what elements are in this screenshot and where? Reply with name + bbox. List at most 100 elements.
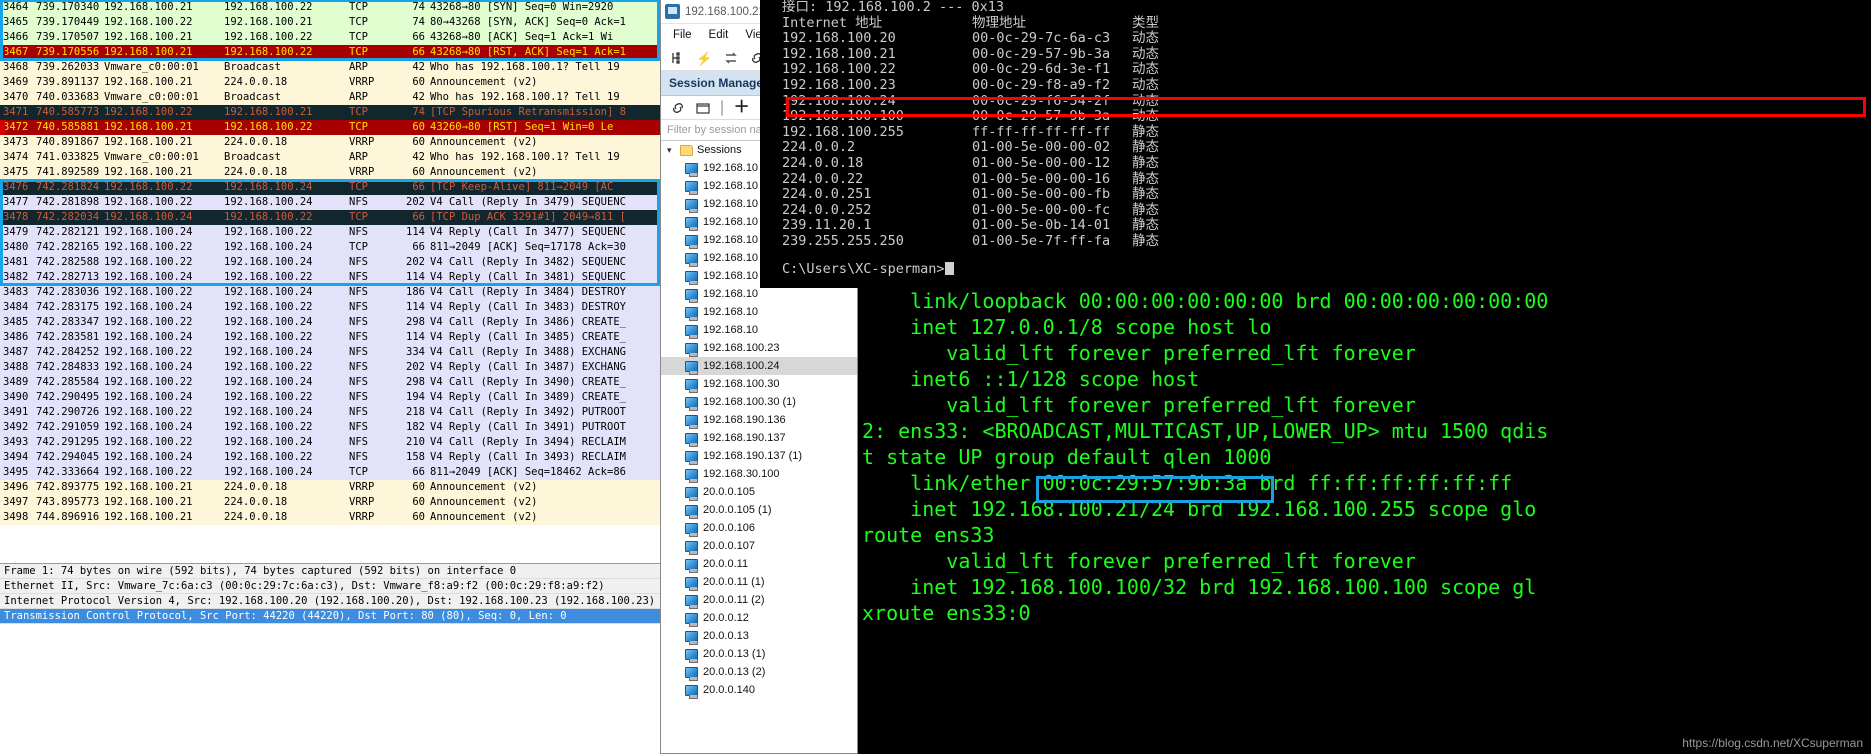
packet-row[interactable]: 3474 741.033825 Vmware_c0:00:01 Broadcast AR… [0, 150, 660, 165]
session-list-item[interactable]: 192.168.30.100 [661, 465, 857, 483]
packet-row[interactable]: 3482 742.282713 192.168.100.24 192.168.100.… [0, 270, 660, 285]
servers-icon[interactable] [671, 51, 686, 66]
terminal-line: 2: ens33: <BROADCAST,MULTICAST,UP,LOWER_… [862, 419, 1549, 443]
monitor-icon [685, 504, 698, 519]
bolt-icon[interactable]: ⚡ [696, 51, 712, 66]
packet-row[interactable]: 3475 741.892589 192.168.100.21 224.0.0.18 VR… [0, 165, 660, 180]
session-list-item[interactable]: 192.168.100.30 (1) [661, 393, 857, 411]
packet-row[interactable]: 3497 743.895773 192.168.100.21 224.0.0.18 VR… [0, 495, 660, 510]
packet-row[interactable]: 3495 742.333664 192.168.100.22 192.168.100.… [0, 465, 660, 480]
session-list-item[interactable]: 20.0.0.107 [661, 537, 857, 555]
packet-row[interactable]: 3480 742.282165 192.168.100.22 192.168.100.… [0, 240, 660, 255]
session-list-item[interactable]: 20.0.0.105 (1) [661, 501, 857, 519]
session-list-item[interactable]: 20.0.0.11 (2) [661, 591, 857, 609]
session-list-item[interactable]: 192.168.10 [661, 321, 857, 339]
packet-row[interactable]: 3470 740.033683 Vmware_c0:00:01 Broadcast AR… [0, 90, 660, 105]
packet-detail-line[interactable]: Ethernet II, Src: Vmware_7c:6a:c3 (00:0c… [0, 579, 660, 594]
packet-row[interactable]: 3481 742.282588 192.168.100.22 192.168.100.… [0, 255, 660, 270]
packet-row[interactable]: 3488 742.284833 192.168.100.24 192.168.100.… [0, 360, 660, 375]
packet-cell-src: 192.168.100.24 [104, 331, 193, 343]
packet-cell-src: 192.168.100.21 [104, 136, 193, 148]
session-list-item[interactable]: 20.0.0.105 [661, 483, 857, 501]
packet-row[interactable]: 3467 739.170556 192.168.100.21 192.168.100.… [0, 45, 660, 60]
cmd-prompt-line[interactable]: C:\Users\XC-sperman> [760, 260, 1871, 278]
session-list-item[interactable]: 20.0.0.13 [661, 627, 857, 645]
monitor-icon [685, 486, 698, 501]
packet-row[interactable]: 3473 740.891867 192.168.100.21 224.0.0.18 VR… [0, 135, 660, 150]
packet-row[interactable]: 3491 742.290726 192.168.100.22 192.168.100.… [0, 405, 660, 420]
packet-cell-proto: NFS [349, 436, 368, 448]
packet-row[interactable]: 3485 742.283347 192.168.100.22 192.168.100.… [0, 315, 660, 330]
tunneling-icon[interactable] [723, 51, 738, 66]
packet-cell-time: 739.262033 [36, 61, 100, 73]
session-list-item[interactable]: 192.168.190.137 [661, 429, 857, 447]
packet-detail-line[interactable]: Internet Protocol Version 4, Src: 192.16… [0, 594, 660, 609]
monitor-icon [685, 252, 698, 267]
packet-cell-time: 742.284252 [36, 346, 100, 358]
session-list-item[interactable]: 192.168.10 [661, 303, 857, 321]
session-list-item[interactable]: 20.0.0.13 (1) [661, 645, 857, 663]
session-list-item[interactable]: 192.168.190.136 [661, 411, 857, 429]
arp-table-row: 239.255.255.250 01-00-5e-7f-ff-fa 静态 [760, 233, 1871, 250]
session-list-item[interactable]: 20.0.0.11 [661, 555, 857, 573]
packet-row[interactable]: 3477 742.281898 192.168.100.22 192.168.100.… [0, 195, 660, 210]
session-list-item[interactable]: 20.0.0.12 [661, 609, 857, 627]
packet-row[interactable]: 3489 742.285584 192.168.100.22 192.168.100.… [0, 375, 660, 390]
arp-cell-ip: 224.0.0.251 [782, 186, 872, 203]
session-list-item[interactable]: 192.168.100.23 [661, 339, 857, 357]
packet-row[interactable]: 3498 744.896916 192.168.100.21 224.0.0.18 VR… [0, 510, 660, 525]
session-list-item[interactable]: 20.0.0.140 [661, 681, 857, 699]
monitor-icon [685, 162, 698, 177]
packet-cell-dst: 192.168.100.22 [224, 121, 313, 133]
packet-cell-len: 334 [406, 346, 425, 358]
packet-row[interactable]: 3486 742.283581 192.168.100.24 192.168.100.… [0, 330, 660, 345]
packet-cell-dst: 192.168.100.24 [224, 286, 313, 298]
linux-terminal[interactable]: link/loopback 00:00:00:00:00:00 brd 00:0… [858, 288, 1871, 754]
packet-list[interactable]: 3464 739.170340 192.168.100.21 192.168.100.… [0, 0, 660, 562]
packet-row[interactable]: 3493 742.291295 192.168.100.22 192.168.100.… [0, 435, 660, 450]
session-list-item[interactable]: 20.0.0.13 (2) [661, 663, 857, 681]
chevron-down-icon[interactable]: ▾ [667, 145, 676, 156]
packet-row[interactable]: 3466 739.170507 192.168.100.21 192.168.100.… [0, 30, 660, 45]
packet-row[interactable]: 3487 742.284252 192.168.100.22 192.168.100.… [0, 345, 660, 360]
folder-icon[interactable] [695, 100, 710, 115]
packet-row[interactable]: 3496 742.893775 192.168.100.21 224.0.0.18 VR… [0, 480, 660, 495]
packet-row[interactable]: 3472 740.585881 192.168.100.21 192.168.100.… [0, 120, 660, 135]
session-list-item-label: 20.0.0.11 (1) [703, 576, 765, 588]
packet-row[interactable]: 3469 739.891137 192.168.100.21 224.0.0.18 VR… [0, 75, 660, 90]
session-list-item[interactable]: 192.168.190.137 (1) [661, 447, 857, 465]
session-list-item[interactable]: 20.0.0.11 (1) [661, 573, 857, 591]
packet-row[interactable]: 3464 739.170340 192.168.100.21 192.168.100.… [0, 0, 660, 15]
packet-row[interactable]: 3468 739.262033 Vmware_c0:00:01 Broadcast AR… [0, 60, 660, 75]
packet-row[interactable]: 3478 742.282034 192.168.100.24 192.168.100.… [0, 210, 660, 225]
packet-row[interactable]: 3494 742.294045 192.168.100.24 192.168.100.… [0, 450, 660, 465]
packet-row[interactable]: 3476 742.281824 192.168.100.22 192.168.100.… [0, 180, 660, 195]
session-list-item[interactable]: 20.0.0.106 [661, 519, 857, 537]
arp-table-row: 192.168.100.23 00-0c-29-f8-a9-f2 动态 [760, 77, 1871, 94]
packet-cell-len: 114 [406, 301, 425, 313]
packet-cell-dst: 192.168.100.24 [224, 466, 313, 478]
menu-edit[interactable]: Edit [709, 29, 729, 41]
packet-row[interactable]: 3479 742.282121 192.168.100.24 192.168.100.… [0, 225, 660, 240]
link-icon[interactable] [670, 100, 685, 115]
packet-detail-pane[interactable]: Frame 1: 74 bytes on wire (592 bits), 74… [0, 563, 660, 754]
packet-cell-no: 3480 [3, 241, 29, 253]
window-title: 192.168.100.21 [685, 5, 765, 18]
menu-file[interactable]: File [673, 29, 692, 41]
packet-cell-no: 3476 [3, 181, 29, 193]
packet-row[interactable]: 3465 739.170449 192.168.100.22 192.168.100.… [0, 15, 660, 30]
packet-detail-line[interactable]: Transmission Control Protocol, Src Port:… [0, 609, 660, 624]
packet-row[interactable]: 3492 742.291059 192.168.100.24 192.168.100.… [0, 420, 660, 435]
packet-row[interactable]: 3484 742.283175 192.168.100.24 192.168.100.… [0, 300, 660, 315]
session-list-item[interactable]: 192.168.100.24 [661, 357, 857, 375]
packet-row[interactable]: 3483 742.283036 192.168.100.22 192.168.100.… [0, 285, 660, 300]
packet-row[interactable]: 3490 742.290495 192.168.100.24 192.168.100.… [0, 390, 660, 405]
packet-cell-dst: 192.168.100.24 [224, 346, 313, 358]
packet-detail-line[interactable]: Frame 1: 74 bytes on wire (592 bits), 74… [0, 564, 660, 579]
packet-row[interactable]: 3471 740.585773 192.168.100.22 192.168.100.… [0, 105, 660, 120]
packet-cell-info: V4 Call (Reply In 3494) RECLAIM [430, 436, 626, 448]
session-list-item[interactable]: 192.168.100.30 [661, 375, 857, 393]
plus-icon[interactable]: ＋ [734, 99, 750, 115]
packet-cell-proto: NFS [349, 451, 368, 463]
cmd-console-window[interactable]: 接口: 192.168.100.2 --- 0x13 Internet 地址 物… [760, 0, 1871, 288]
